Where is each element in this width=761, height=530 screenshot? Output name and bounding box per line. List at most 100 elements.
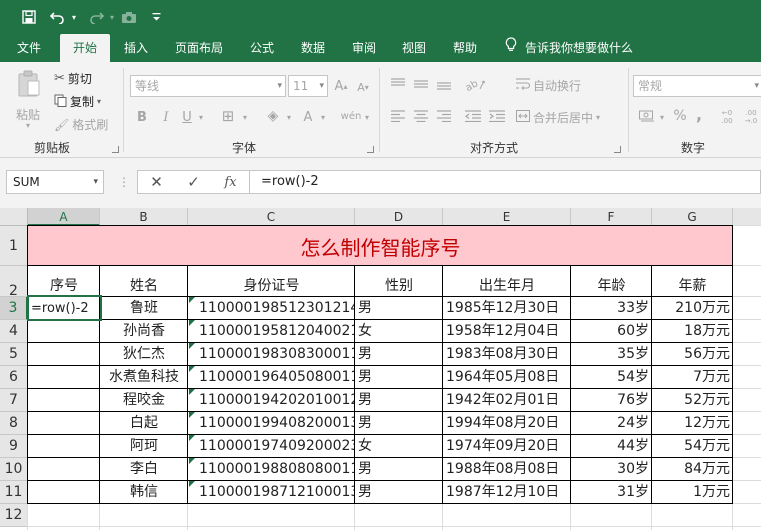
row-header-11[interactable]: 11 (0, 481, 28, 504)
table-cell-name[interactable]: 韩信 (100, 481, 188, 504)
undo-dropdown-icon[interactable]: ▾ (70, 0, 78, 34)
align-top-icon[interactable] (390, 76, 406, 92)
row-header-2[interactable]: 2 (0, 266, 28, 299)
increase-decimal-icon[interactable]: ←0.00 (717, 106, 737, 128)
font-color-dropdown-icon[interactable]: ▾ (318, 108, 328, 126)
table-cell-name[interactable]: 程咬金 (100, 389, 188, 412)
table-cell-birth[interactable]: 1988年08月08日 (443, 458, 571, 481)
column-header-a[interactable]: A (28, 208, 100, 226)
copy-dropdown-icon[interactable]: ▾ (97, 97, 101, 106)
table-cell-salary[interactable]: 12万元 (652, 412, 733, 435)
row-header-1[interactable]: 1 (0, 226, 28, 266)
phonetic-guide-button[interactable]: wén (340, 106, 362, 126)
tab-page-layout[interactable]: 页面布局 (168, 34, 230, 62)
table-cell-name[interactable]: 鲁班 (100, 297, 188, 320)
redo-dropdown-icon[interactable]: ▾ (108, 0, 116, 34)
column-header-d[interactable]: D (355, 208, 443, 226)
tab-view[interactable]: 视图 (393, 34, 435, 62)
paste-dropdown-icon[interactable]: ▾ (26, 121, 30, 130)
currency-dropdown-icon[interactable]: ▾ (657, 108, 667, 126)
tab-review[interactable]: 审阅 (343, 34, 385, 62)
table-cell-birth[interactable]: 1964年05月08日 (443, 366, 571, 389)
table-cell-id[interactable]: 110000198808080011 (188, 458, 355, 481)
table-cell-gender[interactable]: 男 (355, 343, 443, 366)
table-cell-gender[interactable]: 男 (355, 389, 443, 412)
font-launcher-icon[interactable] (367, 146, 374, 153)
column-header-b[interactable]: B (100, 208, 188, 226)
cancel-icon[interactable]: ✕ (138, 173, 175, 191)
table-cell-id[interactable]: 110000195812040021 (188, 320, 355, 343)
phonetic-dropdown-icon[interactable]: ▾ (362, 108, 372, 126)
row-header-7[interactable]: 7 (0, 389, 28, 412)
row-header-10[interactable]: 10 (0, 458, 28, 481)
table-cell-salary[interactable]: 7万元 (652, 366, 733, 389)
percent-button[interactable]: % (672, 107, 688, 125)
table-cell-salary[interactable]: 210万元 (652, 297, 733, 320)
table-cell-id[interactable]: 110000197409200023 (188, 435, 355, 458)
table-cell-name[interactable]: 白起 (100, 412, 188, 435)
undo-icon[interactable] (48, 0, 68, 34)
column-title-cell[interactable]: 出生年月 (443, 266, 571, 297)
align-middle-icon[interactable] (413, 76, 429, 92)
tab-file[interactable]: 文件 (8, 34, 50, 62)
border-button[interactable]: ⊞ (219, 107, 237, 125)
alignment-launcher-icon[interactable] (614, 146, 621, 153)
column-header-g[interactable]: G (652, 208, 733, 226)
wrap-text-button[interactable]: 自动换行 (516, 77, 581, 94)
table-cell-age[interactable]: 76岁 (571, 389, 652, 412)
table-cell-name[interactable]: 阿珂 (100, 435, 188, 458)
column-header-f[interactable]: F (571, 208, 652, 226)
number-format-select[interactable]: 常规 ▾ (633, 75, 761, 97)
table-cell-birth[interactable]: 1985年12月30日 (443, 297, 571, 320)
decrease-decimal-icon[interactable]: .00 →.0 (741, 106, 761, 128)
table-cell-birth[interactable]: 1983年08月30日 (443, 343, 571, 366)
bold-button[interactable]: B (135, 108, 149, 126)
align-right-icon[interactable] (436, 108, 452, 124)
name-box[interactable]: SUM ▾ (6, 170, 104, 194)
table-cell-age[interactable]: 54岁 (571, 366, 652, 389)
table-cell-birth[interactable]: 1994年08月20日 (443, 412, 571, 435)
underline-dropdown-icon[interactable]: ▾ (196, 108, 206, 126)
table-cell-name[interactable]: 李白 (100, 458, 188, 481)
formula-input[interactable]: =row()-2 (249, 170, 761, 194)
table-cell-age[interactable]: 30岁 (571, 458, 652, 481)
table-cell-age[interactable]: 33岁 (571, 297, 652, 320)
column-header-c[interactable]: C (188, 208, 355, 226)
table-cell-name[interactable]: 狄仁杰 (100, 343, 188, 366)
save-icon[interactable] (20, 0, 38, 34)
table-cell-salary[interactable]: 56万元 (652, 343, 733, 366)
worksheet-grid[interactable]: A B C D E F G 1 2 3 4 5 6 7 8 9 10 11 12 怎么制作智能序号 序号 姓名 身份证号 性别… (0, 208, 761, 530)
table-cell-age[interactable]: 44岁 (571, 435, 652, 458)
select-all-corner[interactable] (0, 208, 28, 226)
insert-function-icon[interactable]: fx (212, 175, 249, 190)
column-title-cell[interactable]: 性别 (355, 266, 443, 297)
table-cell-gender[interactable]: 女 (355, 320, 443, 343)
column-title-cell[interactable]: 身份证号 (188, 266, 355, 297)
shrink-font-icon[interactable]: A ▾ (355, 78, 371, 96)
sheet-title[interactable]: 怎么制作智能序号 (28, 226, 733, 266)
row-header-9[interactable]: 9 (0, 435, 28, 458)
font-color-button[interactable]: A (300, 108, 316, 126)
table-cell-salary[interactable]: 54万元 (652, 435, 733, 458)
merge-dropdown-icon[interactable]: ▾ (596, 113, 600, 122)
row-header-3[interactable]: 3 (0, 297, 28, 320)
paste-button[interactable]: 粘贴 ▾ (10, 68, 48, 130)
table-cell-name[interactable]: 水煮鱼科技 (100, 366, 188, 389)
align-bottom-icon[interactable] (436, 76, 452, 92)
row-header-6[interactable]: 6 (0, 366, 28, 389)
underline-button[interactable]: U (180, 108, 194, 126)
column-title-cell[interactable]: 序号 (28, 266, 100, 297)
table-cell-age[interactable]: 31岁 (571, 481, 652, 504)
increase-indent-icon[interactable] (488, 108, 506, 124)
table-cell-gender[interactable]: 男 (355, 366, 443, 389)
tab-home[interactable]: 开始 (60, 34, 110, 62)
tell-me-box[interactable]: 告诉我你想要做什么 (505, 34, 633, 62)
row-header-5[interactable]: 5 (0, 343, 28, 366)
tab-insert[interactable]: 插入 (115, 34, 157, 62)
tab-data[interactable]: 数据 (292, 34, 334, 62)
orientation-icon[interactable]: ab (464, 76, 488, 92)
align-left-icon[interactable] (390, 108, 406, 124)
table-cell-gender[interactable]: 男 (355, 458, 443, 481)
table-cell-id[interactable]: 110000198512301214 (188, 297, 355, 320)
table-cell-age[interactable]: 60岁 (571, 320, 652, 343)
